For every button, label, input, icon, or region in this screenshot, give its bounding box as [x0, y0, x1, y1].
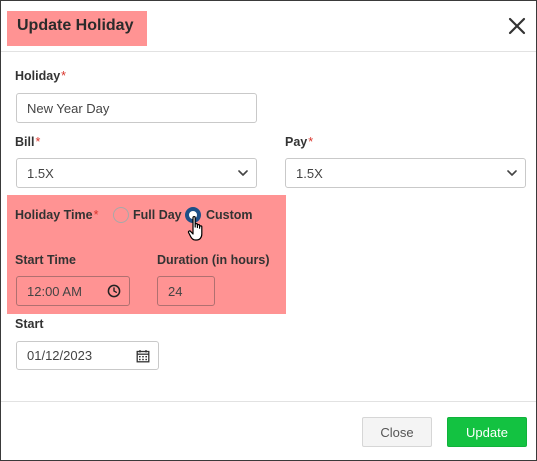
pay-selected-value: 1.5X	[296, 165, 323, 181]
close-icon[interactable]	[506, 15, 528, 37]
holiday-name-input[interactable]: New Year Day	[16, 93, 257, 123]
duration-value: 24	[168, 283, 183, 299]
update-button[interactable]: Update	[447, 417, 527, 447]
duration-label: Duration (in hours)	[157, 253, 270, 267]
holiday-name-value: New Year Day	[27, 100, 110, 116]
chevron-down-icon	[507, 170, 517, 176]
pay-label: Pay*	[285, 135, 314, 149]
bill-label: Bill*	[15, 135, 41, 149]
start-time-input[interactable]: 12:00 AM	[16, 276, 130, 306]
calendar-icon[interactable]	[136, 349, 150, 363]
dialog-title: Update Holiday	[17, 17, 134, 34]
dialog-header: Update Holiday	[1, 1, 536, 52]
update-holiday-dialog: Update Holiday Holiday* New Year Day Bil…	[0, 0, 537, 461]
close-button[interactable]: Close	[362, 417, 432, 447]
holiday-label: Holiday*	[15, 69, 67, 83]
custom-label[interactable]: Custom	[206, 208, 253, 222]
start-date-input[interactable]: 01/12/2023	[16, 341, 159, 370]
dialog-footer: Close Update	[1, 401, 536, 461]
start-time-value: 12:00 AM	[27, 283, 82, 299]
pay-select[interactable]: 1.5X	[285, 158, 526, 188]
clock-icon[interactable]	[107, 284, 121, 298]
bill-selected-value: 1.5X	[27, 165, 54, 181]
bill-select[interactable]: 1.5X	[16, 158, 257, 188]
chevron-down-icon	[238, 170, 248, 176]
full-day-label[interactable]: Full Day	[133, 208, 182, 222]
duration-input[interactable]: 24	[157, 276, 215, 306]
start-date-value: 01/12/2023	[27, 348, 93, 363]
holiday-time-label: Holiday Time*	[15, 208, 99, 222]
full-day-radio[interactable]	[113, 207, 129, 223]
start-time-label: Start Time	[15, 253, 76, 267]
start-label: Start	[15, 317, 44, 331]
hand-cursor-icon	[187, 216, 203, 241]
